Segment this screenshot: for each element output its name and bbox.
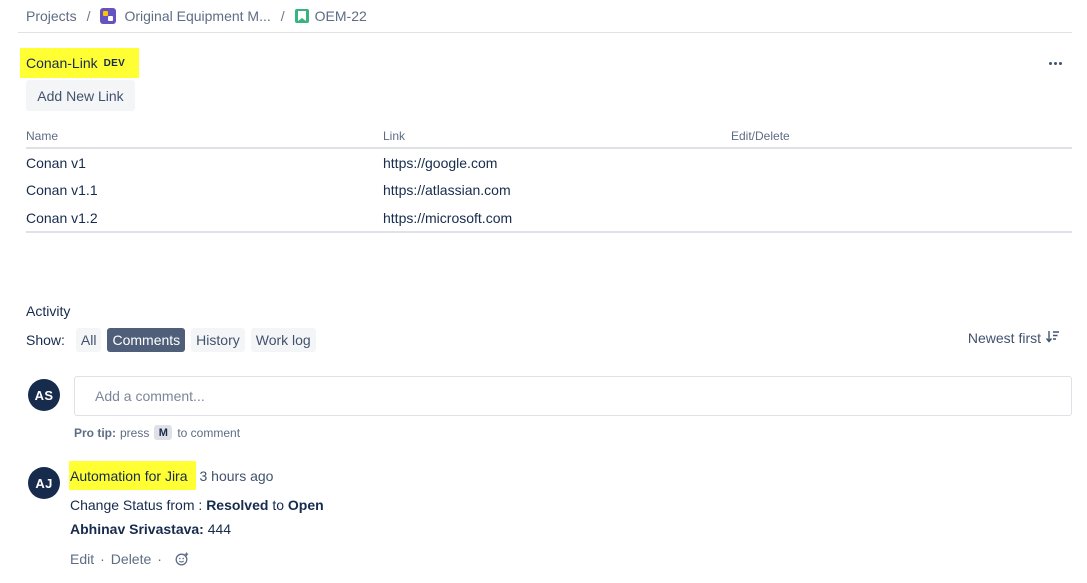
comment-field-line: Abhinav Srivastava: 444 bbox=[70, 521, 231, 537]
filter-history-button[interactable]: History bbox=[191, 328, 245, 352]
edit-delete-cell bbox=[731, 176, 1072, 204]
link-name-cell: Conan v1.2 bbox=[26, 204, 383, 233]
activity-heading: Activity bbox=[26, 303, 71, 319]
panel-title-text: Conan-Link bbox=[26, 55, 98, 71]
link-name-cell: Conan v1 bbox=[26, 154, 86, 171]
breadcrumb-separator: / bbox=[280, 8, 285, 24]
column-header-link: Link bbox=[383, 124, 731, 149]
status-to-word: to bbox=[272, 497, 285, 513]
breadcrumb-separator: / bbox=[86, 8, 91, 24]
edit-delete-cell bbox=[731, 204, 1072, 233]
action-separator: · bbox=[157, 551, 162, 567]
status-change-prefix: Change Status from : bbox=[70, 497, 203, 513]
link-url-cell[interactable]: https://microsoft.com bbox=[383, 204, 731, 233]
filter-worklog-button[interactable]: Work log bbox=[250, 328, 316, 352]
table-row: Conan v1 https://google.com bbox=[26, 148, 1072, 176]
field-name: Abhinav Srivastava: bbox=[70, 521, 204, 537]
comment-author-name[interactable]: Automation for Jira bbox=[69, 461, 196, 490]
more-actions-icon[interactable] bbox=[1043, 54, 1067, 72]
add-comment-input[interactable]: Add a comment... bbox=[74, 376, 1072, 416]
env-badge: DEV bbox=[103, 57, 126, 69]
current-user-avatar: AS bbox=[28, 379, 60, 411]
story-icon bbox=[294, 9, 309, 23]
header-divider bbox=[18, 32, 1072, 33]
link-name-cell: Conan v1.1 bbox=[26, 182, 98, 198]
show-label: Show: bbox=[26, 332, 65, 348]
sort-order-button[interactable]: Newest first bbox=[968, 330, 1060, 346]
comment-actions: Edit · Delete · bbox=[70, 551, 189, 567]
pro-tip: Pro tip: press M to comment bbox=[74, 425, 240, 440]
sort-descending-icon bbox=[1045, 330, 1060, 346]
status-from: Resolved bbox=[206, 497, 269, 513]
table-header-row: Name Link Edit/Delete bbox=[26, 124, 1072, 149]
delete-comment-link[interactable]: Delete bbox=[111, 551, 151, 567]
comment-status-change: Change Status from : Resolved to Open bbox=[70, 497, 324, 513]
comment-timestamp[interactable]: 3 hours ago bbox=[200, 468, 274, 484]
activity-filter-bar: Show: All Comments History Work log bbox=[26, 328, 322, 352]
breadcrumb-issue-link[interactable]: OEM-22 bbox=[315, 8, 367, 24]
column-header-edit-delete: Edit/Delete bbox=[731, 124, 1072, 149]
table-row: Conan v1.2 https://microsoft.com bbox=[26, 204, 1072, 233]
edit-comment-link[interactable]: Edit bbox=[70, 551, 94, 567]
panel-title: Conan-Link DEV bbox=[20, 48, 140, 78]
keyboard-shortcut-key: M bbox=[154, 425, 173, 440]
link-url-cell[interactable]: https://atlassian.com bbox=[383, 176, 731, 204]
pro-tip-label: Pro tip: bbox=[74, 425, 116, 440]
action-separator: · bbox=[100, 551, 105, 567]
comment-header: Automation for Jira 3 hours ago bbox=[69, 461, 273, 490]
comment-author-avatar: AJ bbox=[28, 467, 60, 499]
pro-tip-press: press bbox=[120, 425, 150, 440]
filter-all-button[interactable]: All bbox=[75, 328, 102, 352]
edit-delete-cell bbox=[731, 148, 1072, 176]
column-header-name: Name bbox=[26, 124, 383, 149]
links-table: Name Link Edit/Delete Conan v1 https://g… bbox=[26, 124, 1072, 233]
sort-label: Newest first bbox=[967, 330, 1041, 346]
table-row: Conan v1.1 https://atlassian.com bbox=[26, 176, 1072, 204]
breadcrumb-project-link[interactable]: Original Equipment M... bbox=[124, 8, 270, 24]
field-value: 444 bbox=[207, 521, 232, 537]
project-avatar-icon bbox=[100, 8, 117, 24]
filter-comments-button[interactable]: Comments bbox=[107, 328, 186, 352]
add-reaction-icon[interactable] bbox=[175, 552, 189, 566]
pro-tip-suffix: to comment bbox=[177, 425, 241, 440]
breadcrumb-projects-link[interactable]: Projects bbox=[26, 8, 77, 24]
breadcrumb: Projects / Original Equipment M... / OEM… bbox=[26, 6, 367, 26]
status-to: Open bbox=[287, 497, 324, 513]
link-url-cell[interactable]: https://google.com bbox=[383, 148, 731, 176]
add-new-link-button[interactable]: Add New Link bbox=[26, 80, 135, 111]
